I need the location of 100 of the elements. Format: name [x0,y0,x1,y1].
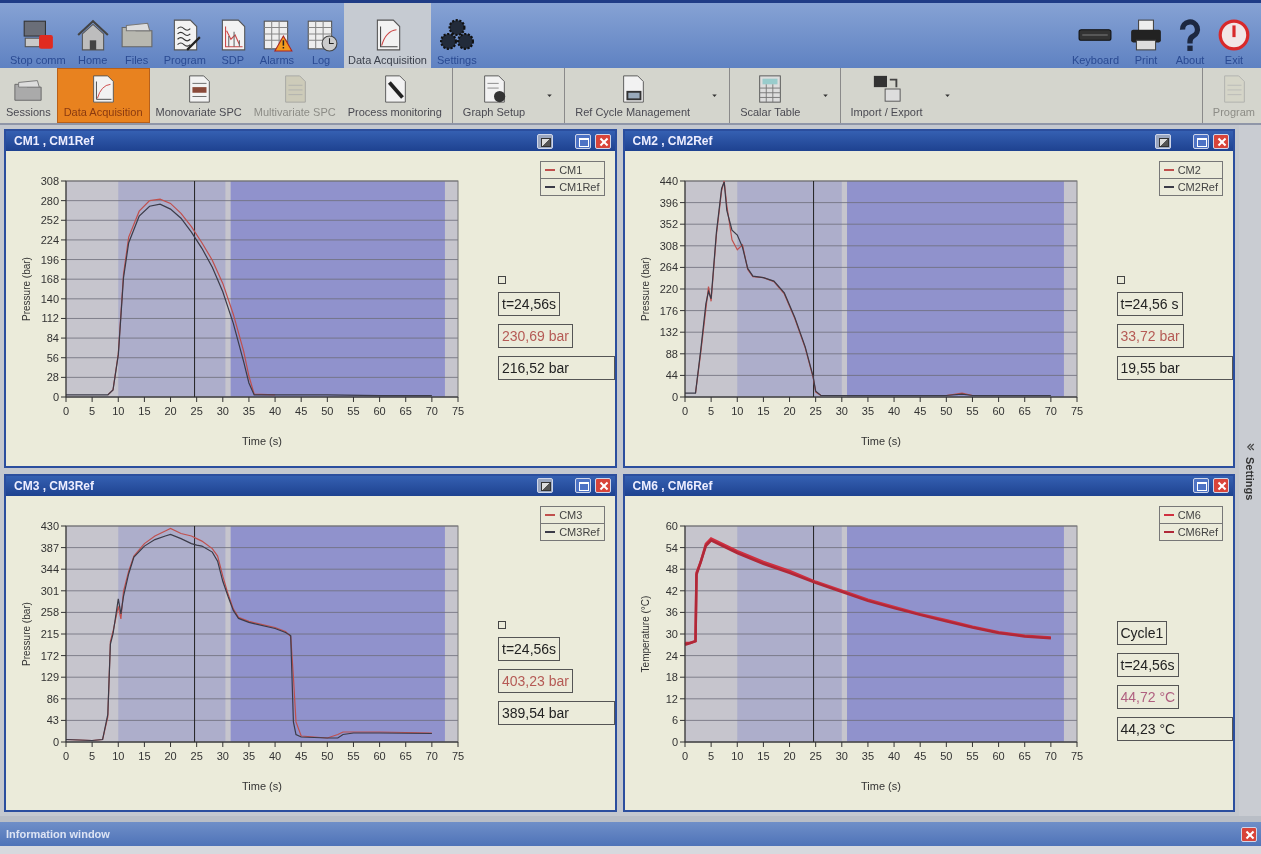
tick-label: 15 [756,405,770,417]
window-title: CM3 , CM3Ref [14,478,94,493]
tick-label: 30 [835,749,848,762]
tick-label: 140 [40,292,59,305]
tick-label: 0 [681,405,688,417]
tick-label: 215 [40,627,59,640]
tick-label: 70 [1044,749,1057,762]
tick-label: 172 [40,649,59,662]
readout-value: 230,69 bar [498,324,573,348]
axis-title: Pressure (bar) [639,257,651,321]
tick-label: 60 [991,405,1005,417]
tick-label: 86 [46,692,59,705]
tick-label: 35 [242,749,256,762]
tick-label: 65 [399,405,412,417]
legend-label: CM2Ref [1177,181,1218,193]
legend-label: CM6 [1177,508,1201,521]
tick-label: 15 [138,405,151,417]
tick-label: 30 [216,405,229,417]
legend-label: CM3 [559,508,583,521]
tick-label: 220 [659,283,678,295]
tick-label: 30 [835,405,848,417]
tick-label: 6 [671,713,678,726]
tick-label: 0 [62,405,70,417]
tick-label: 40 [887,405,900,417]
tick-label: 50 [321,749,334,762]
tick-label: 112 [41,312,59,325]
tick-label: 0 [52,735,59,748]
tick-label: 5 [707,749,714,762]
tick-label: 70 [425,749,438,762]
readout-value: 389,54 bar [498,700,615,725]
axis-title: Time (s) [860,435,901,447]
tick-label: 43 [46,713,59,726]
tick-label: 45 [913,749,926,762]
axis-title: Time (s) [242,435,282,447]
tick-label: 10 [112,749,125,762]
readout-value: 19,55 bar [1116,356,1233,380]
tick-label: 24 [665,649,678,662]
tick-label: 75 [1070,749,1083,762]
readout-value: 44,72 °C [1116,684,1180,709]
window-title: CM6 , CM6Ref [632,478,713,493]
tick-label: 252 [40,214,59,227]
tick-label: 20 [164,749,177,762]
tick-label: 0 [62,749,70,762]
window-title: CM2 , CM2Ref [632,134,713,148]
tick-label: 387 [40,541,59,554]
tick-label: 36 [665,605,678,618]
tick-label: 5 [89,749,96,762]
tick-label: 35 [861,405,874,417]
tick-label: 0 [681,749,688,762]
tick-label: 25 [809,749,822,762]
legend-label: CM2 [1177,164,1201,176]
tick-label: 132 [659,326,678,339]
axis-title: Time (s) [860,779,901,792]
tick-label: 75 [451,405,465,417]
tick-label: 5 [707,405,714,417]
axis-title: Temperature (°C) [639,595,651,672]
readout-value: t=24,56s [1116,652,1179,677]
tick-label: 0 [671,391,678,403]
tick-label: 60 [373,405,386,417]
readout-value: t=24,56 s [1116,292,1183,316]
tick-label: 70 [425,405,438,417]
readout-value: 44,23 °C [1116,716,1233,741]
legend-label: CM3Ref [559,525,600,538]
tick-label: 0 [52,391,59,403]
tick-label: 88 [665,347,678,360]
tick-label: 25 [190,405,203,417]
tick-label: 20 [164,405,177,417]
readout-value: t=24,56s [498,292,561,316]
tick-label: 224 [40,233,59,246]
tick-label: 75 [451,749,465,762]
tick-label: 55 [347,749,360,762]
tick-label: 440 [659,175,678,187]
tick-label: 45 [913,405,926,417]
axis-title: Pressure (bar) [21,601,32,666]
tick-label: 65 [1018,405,1031,417]
readout-value: 403,23 bar [498,668,573,693]
window-title: CM1 , CM1Ref [14,134,94,148]
tick-label: 5 [89,405,96,417]
tick-label: 430 [40,519,59,532]
tick-label: 20 [782,749,796,762]
tick-label: 10 [730,749,743,762]
tick-label: 48 [665,562,678,575]
tick-label: 70 [1044,405,1057,417]
tick-label: 280 [40,194,59,207]
tick-label: 396 [659,196,678,209]
tick-label: 56 [46,351,59,364]
tick-label: 12 [665,692,678,705]
tick-label: 0 [671,735,678,748]
tick-label: 50 [321,405,334,417]
readout-value: 33,72 bar [1116,324,1184,348]
tick-label: 35 [861,749,874,762]
tick-label: 84 [46,332,59,345]
axis-title: Time (s) [242,779,282,792]
tick-label: 301 [40,584,59,597]
tick-label: 50 [939,405,952,417]
tick-label: 42 [665,584,678,597]
tick-label: 35 [242,405,256,417]
tick-label: 40 [887,749,900,762]
tick-label: 55 [347,405,360,417]
tick-label: 168 [40,273,59,286]
